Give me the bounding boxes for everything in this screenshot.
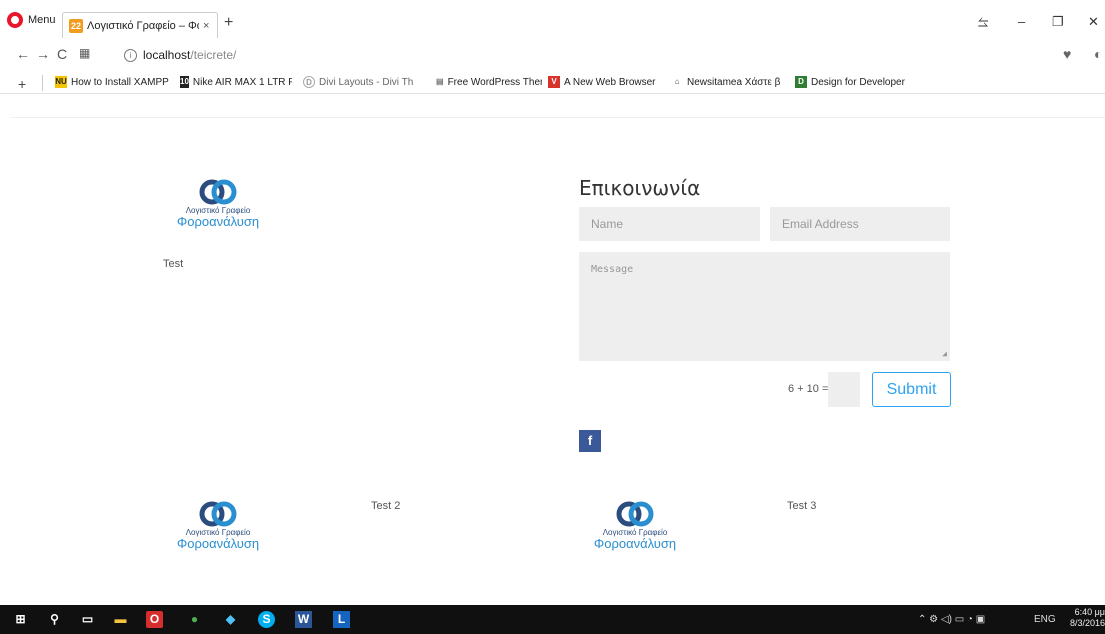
logo-line2: Φοροανάλυση: [593, 536, 677, 551]
message-field[interactable]: Message ◢: [579, 252, 950, 361]
close-window-button[interactable]: ✕: [1088, 14, 1099, 30]
tab-title: Λογιστικό Γραφείο – Φορο: [87, 19, 199, 32]
bookmark-item[interactable]: NU How to Install XAMPP: [55, 76, 175, 88]
facebook-icon[interactable]: f: [579, 430, 601, 452]
add-bookmark-button[interactable]: +: [18, 76, 26, 92]
word-icon[interactable]: W: [295, 611, 312, 628]
forward-arrow-icon[interactable]: →: [36, 46, 50, 62]
bookmark-label: Design for Developer: [811, 76, 905, 88]
tab-close-icon[interactable]: ×: [203, 20, 209, 32]
name-field[interactable]: Name: [579, 207, 760, 241]
captcha-question: 6 + 10 =: [788, 383, 829, 395]
minimize-button[interactable]: –: [1018, 14, 1025, 29]
back-arrow-icon[interactable]: ←: [16, 46, 30, 62]
opera-logo-icon: [7, 12, 23, 28]
bookmark-favicon-icon: NU: [55, 76, 67, 88]
bookmark-favicon-icon: ▤: [436, 77, 444, 86]
site-logo[interactable]: Λογιστικό Γραφείο Φοροανάλυση: [168, 178, 268, 228]
bookmark-favicon-icon: D: [303, 76, 315, 88]
submit-button[interactable]: Submit: [872, 372, 951, 407]
new-tab-button[interactable]: +: [224, 14, 233, 32]
language-indicator[interactable]: ENG: [1034, 614, 1056, 625]
clock-time: 6:40 μμ: [1074, 607, 1105, 617]
url-host: localhost: [143, 48, 191, 62]
bookmark-item[interactable]: ⌂ Newsitamea Χάστε β: [671, 76, 785, 88]
account-icon[interactable]: ◐: [1094, 46, 1102, 62]
address-bar[interactable]: i localhost/teicrete/: [120, 44, 1052, 66]
opera-taskbar-icon[interactable]: O: [146, 611, 163, 628]
restore-button[interactable]: ❐: [1052, 14, 1064, 30]
tray-icons[interactable]: ⌃ ⚙ ◁) ▭ ◔ ▣: [918, 614, 985, 625]
app-icon[interactable]: ◆: [222, 611, 239, 628]
logo-line2: Φοροανάλυση: [176, 214, 260, 229]
site-logo[interactable]: Λογιστικό Γραφείο Φοροανάλυση: [585, 500, 685, 550]
site-favicon-icon: 22: [69, 18, 83, 33]
url-path: /teicrete/: [190, 48, 237, 62]
clock-date: 8/3/2016: [1069, 618, 1105, 628]
bookmark-label: Nike AIR MAX 1 LTR F: [192, 76, 292, 88]
site-info-icon[interactable]: i: [124, 48, 137, 62]
contact-title: Επικοινωνία: [579, 176, 701, 200]
heart-icon[interactable]: ♥: [1063, 46, 1071, 62]
bookmark-item[interactable]: D Design for Developer: [795, 76, 905, 88]
reload-icon[interactable]: C: [57, 46, 67, 62]
logo-rings-icon: [616, 501, 654, 527]
file-explorer-icon[interactable]: ▬: [112, 611, 129, 628]
bookmark-label: Free WordPress Them: [447, 76, 542, 88]
bookmark-favicon-icon: 10: [180, 76, 189, 88]
bookmark-favicon-icon: V: [548, 76, 560, 88]
bookmark-item[interactable]: ▤ Free WordPress Them: [436, 76, 542, 88]
site-logo[interactable]: Λογιστικό Γραφείο Φοροανάλυση: [168, 500, 268, 550]
browser-tab[interactable]: 22 Λογιστικό Γραφείο – Φορο ×: [62, 12, 218, 38]
logo-rings-icon: [199, 501, 237, 527]
bookmark-favicon-icon: D: [795, 76, 807, 88]
bookmark-label: A New Web Browser: [564, 76, 656, 88]
bookmark-item[interactable]: 10 Nike AIR MAX 1 LTR F: [180, 76, 292, 88]
bookmarks-divider: [42, 75, 43, 91]
logo-line2: Φοροανάλυση: [176, 536, 260, 551]
bookmark-label: Divi Layouts - Divi Th: [319, 76, 414, 88]
header-divider: [10, 117, 1105, 118]
windows-start-icon[interactable]: ⊞: [12, 611, 29, 628]
bookmark-item[interactable]: D Divi Layouts - Divi Th: [303, 76, 425, 88]
search-icon[interactable]: ⚲: [46, 611, 63, 628]
email-field[interactable]: Email Address: [770, 207, 950, 241]
chrome-icon[interactable]: ●: [186, 611, 203, 628]
skype-icon[interactable]: S: [258, 611, 275, 628]
message-placeholder: Message: [591, 264, 634, 275]
tab-menu-icon[interactable]: ⥦: [978, 14, 988, 30]
bookmark-label: How to Install XAMPP: [71, 76, 169, 88]
opera-menu-button[interactable]: Menu: [7, 11, 56, 29]
menu-label: Menu: [28, 14, 56, 26]
clock[interactable]: 6:40 μμ 8/3/2016: [1063, 607, 1105, 629]
bookmark-label: Newsitamea Χάστε β: [687, 76, 781, 88]
speed-dial-icon[interactable]: ▦: [79, 46, 90, 60]
test-text: Test: [163, 258, 184, 270]
logo-rings-icon: [199, 179, 237, 205]
captcha-input[interactable]: [828, 372, 860, 407]
test-3-text: Test 3: [787, 500, 817, 512]
bookmark-favicon-icon: ⌂: [674, 77, 680, 86]
test-2-text: Test 2: [371, 500, 401, 512]
bookmark-item[interactable]: V A New Web Browser: [548, 76, 660, 88]
task-view-icon[interactable]: ▭: [79, 611, 96, 628]
resize-handle-icon[interactable]: ◢: [942, 349, 947, 358]
app-icon[interactable]: L: [333, 611, 350, 628]
